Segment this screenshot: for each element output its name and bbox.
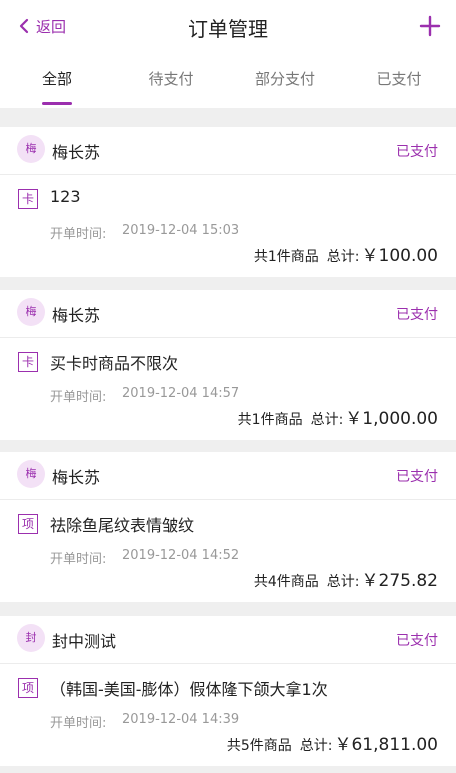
order-total: ￥1,000.00 (345, 409, 438, 429)
status-badge: 已支付 (396, 633, 438, 649)
plus-icon (419, 15, 441, 37)
avatar: 梅 (17, 460, 45, 488)
order-summary: 共4件商品 总计: ￥275.82 (254, 566, 438, 591)
item-name: （韩国-美国-膨体）假体隆下颌大拿1次 (50, 680, 328, 699)
order-card[interactable]: 梅 梅长苏 已支付 项 祛除鱼尾纹表情皱纹 开单时间: 2019-12-04 1… (0, 452, 456, 602)
order-card[interactable]: 封 封中测试 已支付 项 （韩国-美国-膨体）假体隆下颌大拿1次 开单时间: 2… (0, 616, 456, 766)
order-time: 2019-12-04 14:52 (122, 548, 240, 563)
avatar: 封 (17, 624, 45, 652)
item-count: 共1件商品 (253, 249, 319, 265)
add-order-button[interactable] (418, 14, 442, 38)
order-card-header: 梅 梅长苏 已支付 (0, 452, 456, 500)
order-time-label: 开单时间: (50, 390, 107, 405)
order-time-label: 开单时间: (50, 552, 107, 567)
item-count: 共4件商品 (253, 574, 319, 590)
customer-name: 封中测试 (52, 632, 117, 651)
item-count: 共5件商品 (226, 738, 292, 754)
item-type-badge: 卡 (18, 352, 38, 372)
customer-name: 梅长苏 (52, 306, 101, 325)
order-summary: 共1件商品 总计: ￥100.00 (254, 241, 438, 266)
order-total: ￥61,811.00 (334, 735, 438, 755)
order-time: 2019-12-04 15:03 (122, 223, 240, 238)
item-type-badge: 卡 (18, 189, 38, 209)
total-label: 总计: (326, 574, 360, 590)
customer-name: 梅长苏 (52, 468, 101, 487)
order-time-label: 开单时间: (50, 227, 107, 242)
tab-partially-paid[interactable]: 部分支付 (228, 54, 342, 108)
order-time: 2019-12-04 14:39 (122, 712, 240, 727)
order-card-header: 封 封中测试 已支付 (0, 616, 456, 664)
status-badge: 已支付 (396, 144, 438, 160)
order-card[interactable]: 梅 梅长苏 已支付 卡 123 开单时间: 2019-12-04 15:03 共… (0, 127, 456, 277)
order-time: 2019-12-04 14:57 (122, 386, 240, 401)
order-total: ￥100.00 (361, 246, 438, 266)
item-name: 祛除鱼尾纹表情皱纹 (50, 516, 195, 535)
order-card-header: 梅 梅长苏 已支付 (0, 127, 456, 175)
item-name: 买卡时商品不限次 (50, 354, 179, 373)
app-header: 返回 订单管理 (0, 0, 456, 54)
tab-paid[interactable]: 已支付 (342, 54, 456, 108)
item-name: 123 (50, 187, 81, 206)
order-summary: 共1件商品 总计: ￥1,000.00 (238, 404, 438, 429)
total-label: 总计: (326, 249, 360, 265)
item-type-badge: 项 (18, 514, 38, 534)
order-status-tabs: 全部 待支付 部分支付 已支付 (0, 54, 456, 108)
tab-unpaid[interactable]: 待支付 (114, 54, 228, 108)
item-type-badge: 项 (18, 678, 38, 698)
page-title: 订单管理 (188, 17, 268, 41)
avatar: 梅 (17, 298, 45, 326)
status-badge: 已支付 (396, 307, 438, 323)
tab-all[interactable]: 全部 (0, 54, 114, 108)
customer-name: 梅长苏 (52, 143, 101, 162)
order-total: ￥275.82 (361, 571, 438, 591)
order-card-header: 梅 梅长苏 已支付 (0, 290, 456, 338)
avatar: 梅 (17, 135, 45, 163)
item-count: 共1件商品 (237, 412, 303, 428)
total-label: 总计: (310, 412, 344, 428)
order-time-label: 开单时间: (50, 716, 107, 731)
total-label: 总计: (299, 738, 333, 754)
order-card[interactable]: 梅 梅长苏 已支付 卡 买卡时商品不限次 开单时间: 2019-12-04 14… (0, 290, 456, 440)
status-badge: 已支付 (396, 469, 438, 485)
order-summary: 共5件商品 总计: ￥61,811.00 (227, 730, 438, 755)
